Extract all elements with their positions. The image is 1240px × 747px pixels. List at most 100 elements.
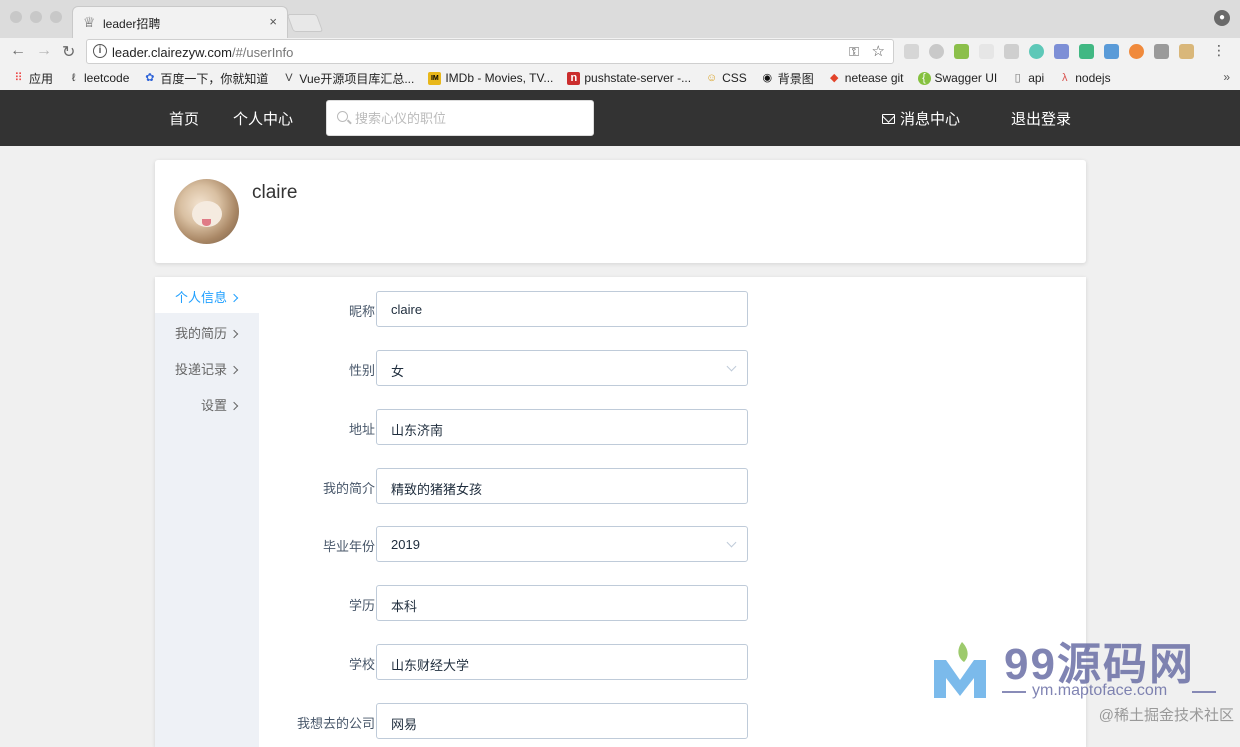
education-field[interactable]: 本科 xyxy=(376,585,748,621)
extension-icon[interactable] xyxy=(929,44,944,59)
bio-field[interactable]: 精致的猪猪女孩 xyxy=(376,468,748,504)
gender-select[interactable]: 女 xyxy=(376,350,748,386)
close-window-button[interactable] xyxy=(10,11,22,23)
watermark-rule xyxy=(1002,691,1026,693)
bookmark-label: 百度一下，你就知道 xyxy=(160,71,269,86)
extension-icon[interactable] xyxy=(1104,44,1119,59)
address-field[interactable]: 山东济南 xyxy=(376,409,748,445)
nav-personal-center[interactable]: 个人中心 xyxy=(233,108,293,129)
nodejs-icon: λ xyxy=(1061,71,1068,84)
chevron-right-icon xyxy=(229,365,239,375)
bookmark-item[interactable]: {Swagger UI xyxy=(917,71,998,85)
window-controls[interactable] xyxy=(10,11,62,23)
npm-icon: n xyxy=(567,71,581,85)
crown-icon: ♕ xyxy=(83,14,96,30)
url-path: /#/userInfo xyxy=(231,45,294,60)
bookmark-item[interactable]: ☺ CSS xyxy=(705,71,747,85)
zoom-window-button[interactable] xyxy=(50,11,62,23)
bookmark-label: Swagger UI xyxy=(934,71,998,85)
nickname-field[interactable]: claire xyxy=(376,291,748,327)
nav-home[interactable]: 首页 xyxy=(169,108,199,129)
extension-icon[interactable] xyxy=(979,44,994,59)
baidu-paw-icon: ✿ xyxy=(145,71,155,84)
minimize-window-button[interactable] xyxy=(30,11,42,23)
nav-messages[interactable]: 消息中心 xyxy=(882,108,960,129)
vue-icon: V xyxy=(285,71,293,84)
chevron-right-icon xyxy=(229,329,239,339)
avatar-tongue xyxy=(202,219,211,226)
camera-icon: ◉ xyxy=(762,71,773,84)
field-label: 我想去的公司 xyxy=(296,716,375,731)
gender-select-value: 女 xyxy=(391,364,405,379)
sidebar-item-personal-info[interactable]: 个人信息 xyxy=(137,287,239,306)
form-row-target-company: 我想去的公司 网易 xyxy=(259,703,759,741)
form-row-education: 学历 本科 xyxy=(259,585,759,623)
address-bar[interactable]: i leader.clairezyw.com/#/userInfo ⚿ ☆ xyxy=(86,39,894,64)
target-company-field[interactable]: 网易 xyxy=(376,703,748,739)
extension-icon[interactable] xyxy=(1054,44,1069,59)
browser-chrome: ♕ leader招聘 × ● ← → ↻ i leader.clairezyw.… xyxy=(0,0,1240,90)
sidebar-item-label: 投递记录 xyxy=(174,362,227,377)
sidebar-item-settings[interactable]: 设置 xyxy=(137,395,239,414)
reload-icon[interactable]: ↻ xyxy=(62,42,75,62)
bookmark-label: CSS xyxy=(722,71,747,85)
back-arrow-icon[interactable]: ← xyxy=(10,42,26,60)
extension-icon[interactable] xyxy=(1179,44,1194,59)
leetcode-icon: ℓ xyxy=(71,71,76,84)
bookmark-label: 背景图 xyxy=(777,71,814,86)
nav-messages-label: 消息中心 xyxy=(900,111,961,128)
field-label: 学历 xyxy=(348,598,375,613)
key-icon[interactable]: ⚿ xyxy=(849,44,859,60)
forward-arrow-icon[interactable]: → xyxy=(36,42,52,60)
bookmark-item[interactable]: n pushstate-server -... xyxy=(567,71,691,85)
bookmark-item[interactable]: ⠿ 应用 xyxy=(12,70,53,87)
qr-code-icon[interactable] xyxy=(1154,44,1169,59)
chevron-right-icon xyxy=(229,293,239,303)
bookmark-label: netease git xyxy=(844,71,904,85)
search-input[interactable] xyxy=(355,109,585,127)
extension-icon[interactable] xyxy=(904,44,919,59)
extension-icon[interactable] xyxy=(1004,44,1019,59)
vue-devtools-icon[interactable] xyxy=(1079,44,1094,59)
form-row-graduation-year: 毕业年份 2019 xyxy=(259,526,759,564)
bookmark-item[interactable]: V Vue开源项目库汇总... xyxy=(282,70,414,87)
graduation-year-select[interactable]: 2019 xyxy=(376,526,748,562)
bookmarks-overflow-button[interactable]: » xyxy=(1223,70,1230,84)
field-label: 毕业年份 xyxy=(322,539,375,554)
sidebar-item-label: 我的简历 xyxy=(174,326,227,341)
school-field[interactable]: 山东财经大学 xyxy=(376,644,748,680)
avatar[interactable] xyxy=(174,179,239,244)
bookmark-label: nodejs xyxy=(1075,71,1111,85)
extension-icon[interactable] xyxy=(1029,44,1044,59)
sidebar-item-label: 个人信息 xyxy=(174,290,227,305)
search-icon xyxy=(337,111,348,122)
job-search[interactable] xyxy=(326,100,594,136)
navigation-row: ← → ↻ i leader.clairezyw.com/#/userInfo … xyxy=(0,38,1240,66)
browser-menu-icon[interactable]: ⋮ xyxy=(1212,42,1226,59)
bookmark-item[interactable]: ℓ leetcode xyxy=(67,71,130,85)
css-icon: ☺ xyxy=(705,71,718,84)
bookmarks-bar: ⠿ 应用 ℓ leetcode ✿ 百度一下，你就知道 V Vue开源项目库汇总... … xyxy=(0,66,1240,90)
bookmark-item[interactable]: ▯ api xyxy=(1011,71,1045,85)
bookmark-item[interactable]: ◆ netease git xyxy=(828,71,904,85)
bookmark-star-icon[interactable]: ☆ xyxy=(872,42,885,60)
bookmark-item[interactable]: ◉ 背景图 xyxy=(761,70,814,87)
profile-icon[interactable]: ● xyxy=(1214,10,1230,26)
bookmark-item[interactable]: ✿ 百度一下，你就知道 xyxy=(143,70,268,87)
new-tab-button[interactable] xyxy=(286,14,324,32)
extension-icon[interactable] xyxy=(1129,44,1144,59)
tab-close-icon[interactable]: × xyxy=(269,14,277,29)
sidebar: 个人信息 我的简历 投递记录 设置 xyxy=(155,277,259,747)
tab-title: leader招聘 xyxy=(103,17,161,31)
extension-icon[interactable] xyxy=(954,44,969,59)
browser-tab[interactable]: ♕ leader招聘 × xyxy=(72,6,288,38)
sidebar-item-my-resume[interactable]: 我的简历 xyxy=(137,323,239,342)
url-text[interactable]: leader.clairezyw.com/#/userInfo xyxy=(112,45,293,60)
bookmark-item[interactable]: IM IMDb - Movies, TV... xyxy=(428,71,553,85)
bookmark-item[interactable]: λ nodejs xyxy=(1058,71,1111,85)
sidebar-item-applications[interactable]: 投递记录 xyxy=(137,359,239,378)
site-info-icon[interactable]: i xyxy=(93,44,107,58)
document-icon: ▯ xyxy=(1014,71,1021,84)
nav-logout[interactable]: 退出登录 xyxy=(1011,108,1071,129)
field-label: 性别 xyxy=(348,363,375,378)
